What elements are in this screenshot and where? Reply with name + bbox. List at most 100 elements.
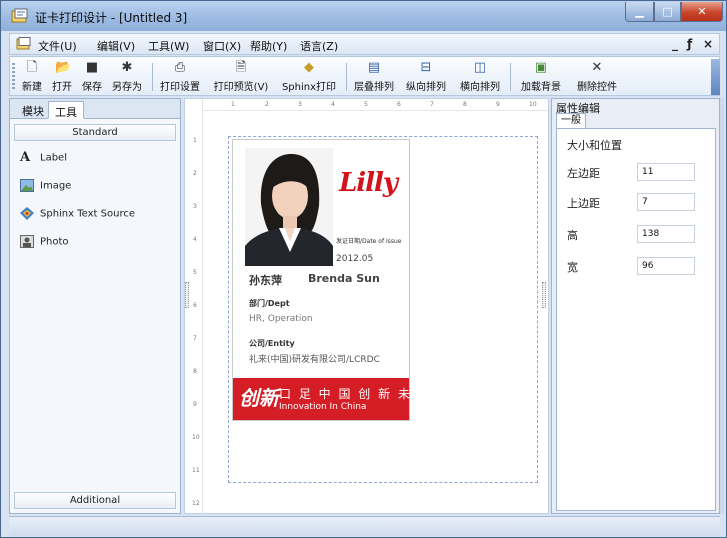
height-input[interactable] <box>637 225 695 243</box>
save-as-icon: ✱ <box>121 60 133 75</box>
ruler-tick: 8 <box>193 368 197 375</box>
card-banner[interactable]: 创新 口 足 中 国 创 新 未 语 Innovation In China <box>233 378 409 420</box>
delete-control-button[interactable]: ✕ 删除控件 <box>572 61 622 94</box>
department-value[interactable]: HR, Operation <box>249 314 313 324</box>
save-icon: ■ <box>85 60 99 75</box>
ruler-tick: 7 <box>193 335 197 342</box>
close-button[interactable]: ✕ <box>681 2 723 22</box>
photo-icon <box>20 235 34 248</box>
label-a-icon: A <box>20 150 31 165</box>
properties-body: 大小和位置 左边距 上边距 高 宽 <box>556 128 716 511</box>
toolbox-tabs: 模块 工具 <box>10 99 180 119</box>
tool-image[interactable]: Image <box>20 179 71 195</box>
menu-file[interactable]: 文件(U) <box>38 38 77 54</box>
sphinx-print-icon: ◆ <box>304 60 314 75</box>
delete-control-label: 删除控件 <box>577 82 617 93</box>
cascade-icon: ▤ <box>367 60 381 75</box>
open-button[interactable]: 📂 打开 <box>50 61 74 94</box>
title-bar[interactable]: 证卡打印设计 - [Untitled 3] ▁ □ ✕ <box>1 1 726 31</box>
status-bar <box>9 516 720 536</box>
maximize-button[interactable]: □ <box>654 2 681 22</box>
minimize-button[interactable]: ▁ <box>625 2 654 22</box>
menu-tools[interactable]: 工具(W) <box>148 38 189 54</box>
new-button[interactable]: 🗋 新建 <box>20 60 44 94</box>
width-label: 宽 <box>567 261 578 274</box>
cascade-button[interactable]: ▤ 层叠排列 <box>350 60 398 94</box>
menu-window[interactable]: 窗口(X) <box>203 38 241 54</box>
banner-slogan-cn: 口 足 中 国 创 新 未 语 <box>279 387 409 401</box>
issue-date-label[interactable]: 发证日期/Date of Issue <box>336 238 406 245</box>
top-margin-input[interactable] <box>637 193 695 211</box>
left-margin-label: 左边距 <box>567 167 600 180</box>
banner-slogan-en: Innovation In China <box>279 402 367 412</box>
vertical-scrollbar[interactable] <box>720 98 724 514</box>
tab-tools[interactable]: 工具 <box>48 101 84 119</box>
toolbar-grip[interactable] <box>12 63 15 91</box>
print-preview-icon: 🗎 <box>235 60 247 75</box>
ruler-tick: 9 <box>193 401 197 408</box>
tile-vertical-button[interactable]: ⊟ 纵向排列 <box>402 60 450 94</box>
mdi-minimize-button[interactable]: _ <box>672 37 678 51</box>
menu-help[interactable]: 帮助(Y) <box>250 38 287 54</box>
brand-logo[interactable]: Lilly <box>339 168 398 198</box>
load-background-button[interactable]: ▣ 加载背景 <box>516 61 566 94</box>
window-title: 证卡打印设计 - [Untitled 3] <box>35 11 188 25</box>
save-button[interactable]: ■ 保存 <box>80 60 104 94</box>
tool-sphinx-text-source[interactable]: Sphinx Text Source <box>20 207 135 223</box>
toolbar-separator <box>152 63 153 91</box>
width-input[interactable] <box>637 257 695 275</box>
mdi-close-button[interactable]: × <box>703 37 713 51</box>
ruler-tick: 5 <box>193 269 197 276</box>
employee-photo[interactable] <box>245 148 333 266</box>
entity-label[interactable]: 公司/Entity <box>249 338 295 349</box>
name-chinese[interactable]: 孙东萍 <box>249 272 282 288</box>
tile-horizontal-label: 横向排列 <box>460 82 500 93</box>
ruler-tick: 10 <box>529 101 537 108</box>
issue-date-value[interactable]: 2012.05 <box>336 254 373 264</box>
left-margin-input[interactable] <box>637 163 695 181</box>
properties-panel: 属性编辑 一般 大小和位置 左边距 上边距 高 宽 <box>551 98 720 514</box>
tool-label-text: Label <box>40 152 67 164</box>
save-as-button[interactable]: ✱ 另存为 <box>108 60 146 94</box>
section-additional[interactable]: Additional <box>14 492 176 509</box>
ruler-tick: 1 <box>231 101 235 108</box>
height-label: 高 <box>567 229 578 242</box>
tool-photo[interactable]: Photo <box>20 235 69 251</box>
tool-sphinx-text-source-text: Sphinx Text Source <box>40 208 135 220</box>
minimize-icon: ▁ <box>635 5 644 18</box>
print-setup-icon: ⎙ <box>174 60 186 75</box>
tool-label[interactable]: A Label <box>20 151 67 167</box>
tab-general[interactable]: 一般 <box>556 113 586 129</box>
tile-horizontal-button[interactable]: ◫ 横向排列 <box>456 61 504 94</box>
selection-handle-left[interactable] <box>185 282 189 308</box>
tool-image-text: Image <box>40 180 72 192</box>
maximize-icon: □ <box>662 5 673 18</box>
toolbar-overflow-button[interactable] <box>711 59 720 95</box>
print-setup-button[interactable]: ⎙ 打印设置 <box>156 60 204 94</box>
document-icon <box>16 37 31 50</box>
entity-value[interactable]: 礼来(中国)研发有限公司/LCRDC <box>249 352 380 365</box>
id-card[interactable]: Lilly 发证日期/Date of Issue 2012.05 孙东萍 Bre… <box>232 139 410 421</box>
ruler-tick: 2 <box>265 101 269 108</box>
ruler-tick: 6 <box>193 302 197 309</box>
ruler-tick: 11 <box>192 467 200 474</box>
ruler-horizontal: 1 2 3 4 5 6 7 8 9 10 <box>185 99 548 111</box>
cascade-label: 层叠排列 <box>354 82 394 93</box>
mdi-restore-button[interactable]: ƒ <box>687 37 692 51</box>
tab-modules[interactable]: 模块 <box>16 101 50 119</box>
sphinx-print-button[interactable]: ◆ Sphinx打印 <box>278 60 340 94</box>
ruler-tick: 5 <box>364 101 368 108</box>
design-canvas[interactable]: 1 2 3 4 5 6 7 8 9 10 1 2 3 4 5 6 7 8 9 1… <box>184 98 549 514</box>
sphinx-print-label: Sphinx打印 <box>281 82 337 93</box>
section-standard[interactable]: Standard <box>14 124 176 141</box>
menu-edit[interactable]: 编辑(V) <box>97 38 135 54</box>
print-preview-button[interactable]: 🗎 打印预览(V) <box>210 60 272 94</box>
name-english[interactable]: Brenda Sun <box>308 272 380 285</box>
menu-language[interactable]: 语言(Z) <box>300 38 338 54</box>
selection-handle-right[interactable] <box>542 282 546 308</box>
save-as-label: 另存为 <box>112 82 142 93</box>
tile-vertical-icon: ⊟ <box>420 60 432 75</box>
department-label[interactable]: 部门/Dept <box>249 298 290 309</box>
menu-bar: 文件(U) 编辑(V) 工具(W) 窗口(X) 帮助(Y) 语言(Z) _ ƒ … <box>9 33 720 55</box>
new-doc-icon: 🗋 <box>26 60 38 75</box>
